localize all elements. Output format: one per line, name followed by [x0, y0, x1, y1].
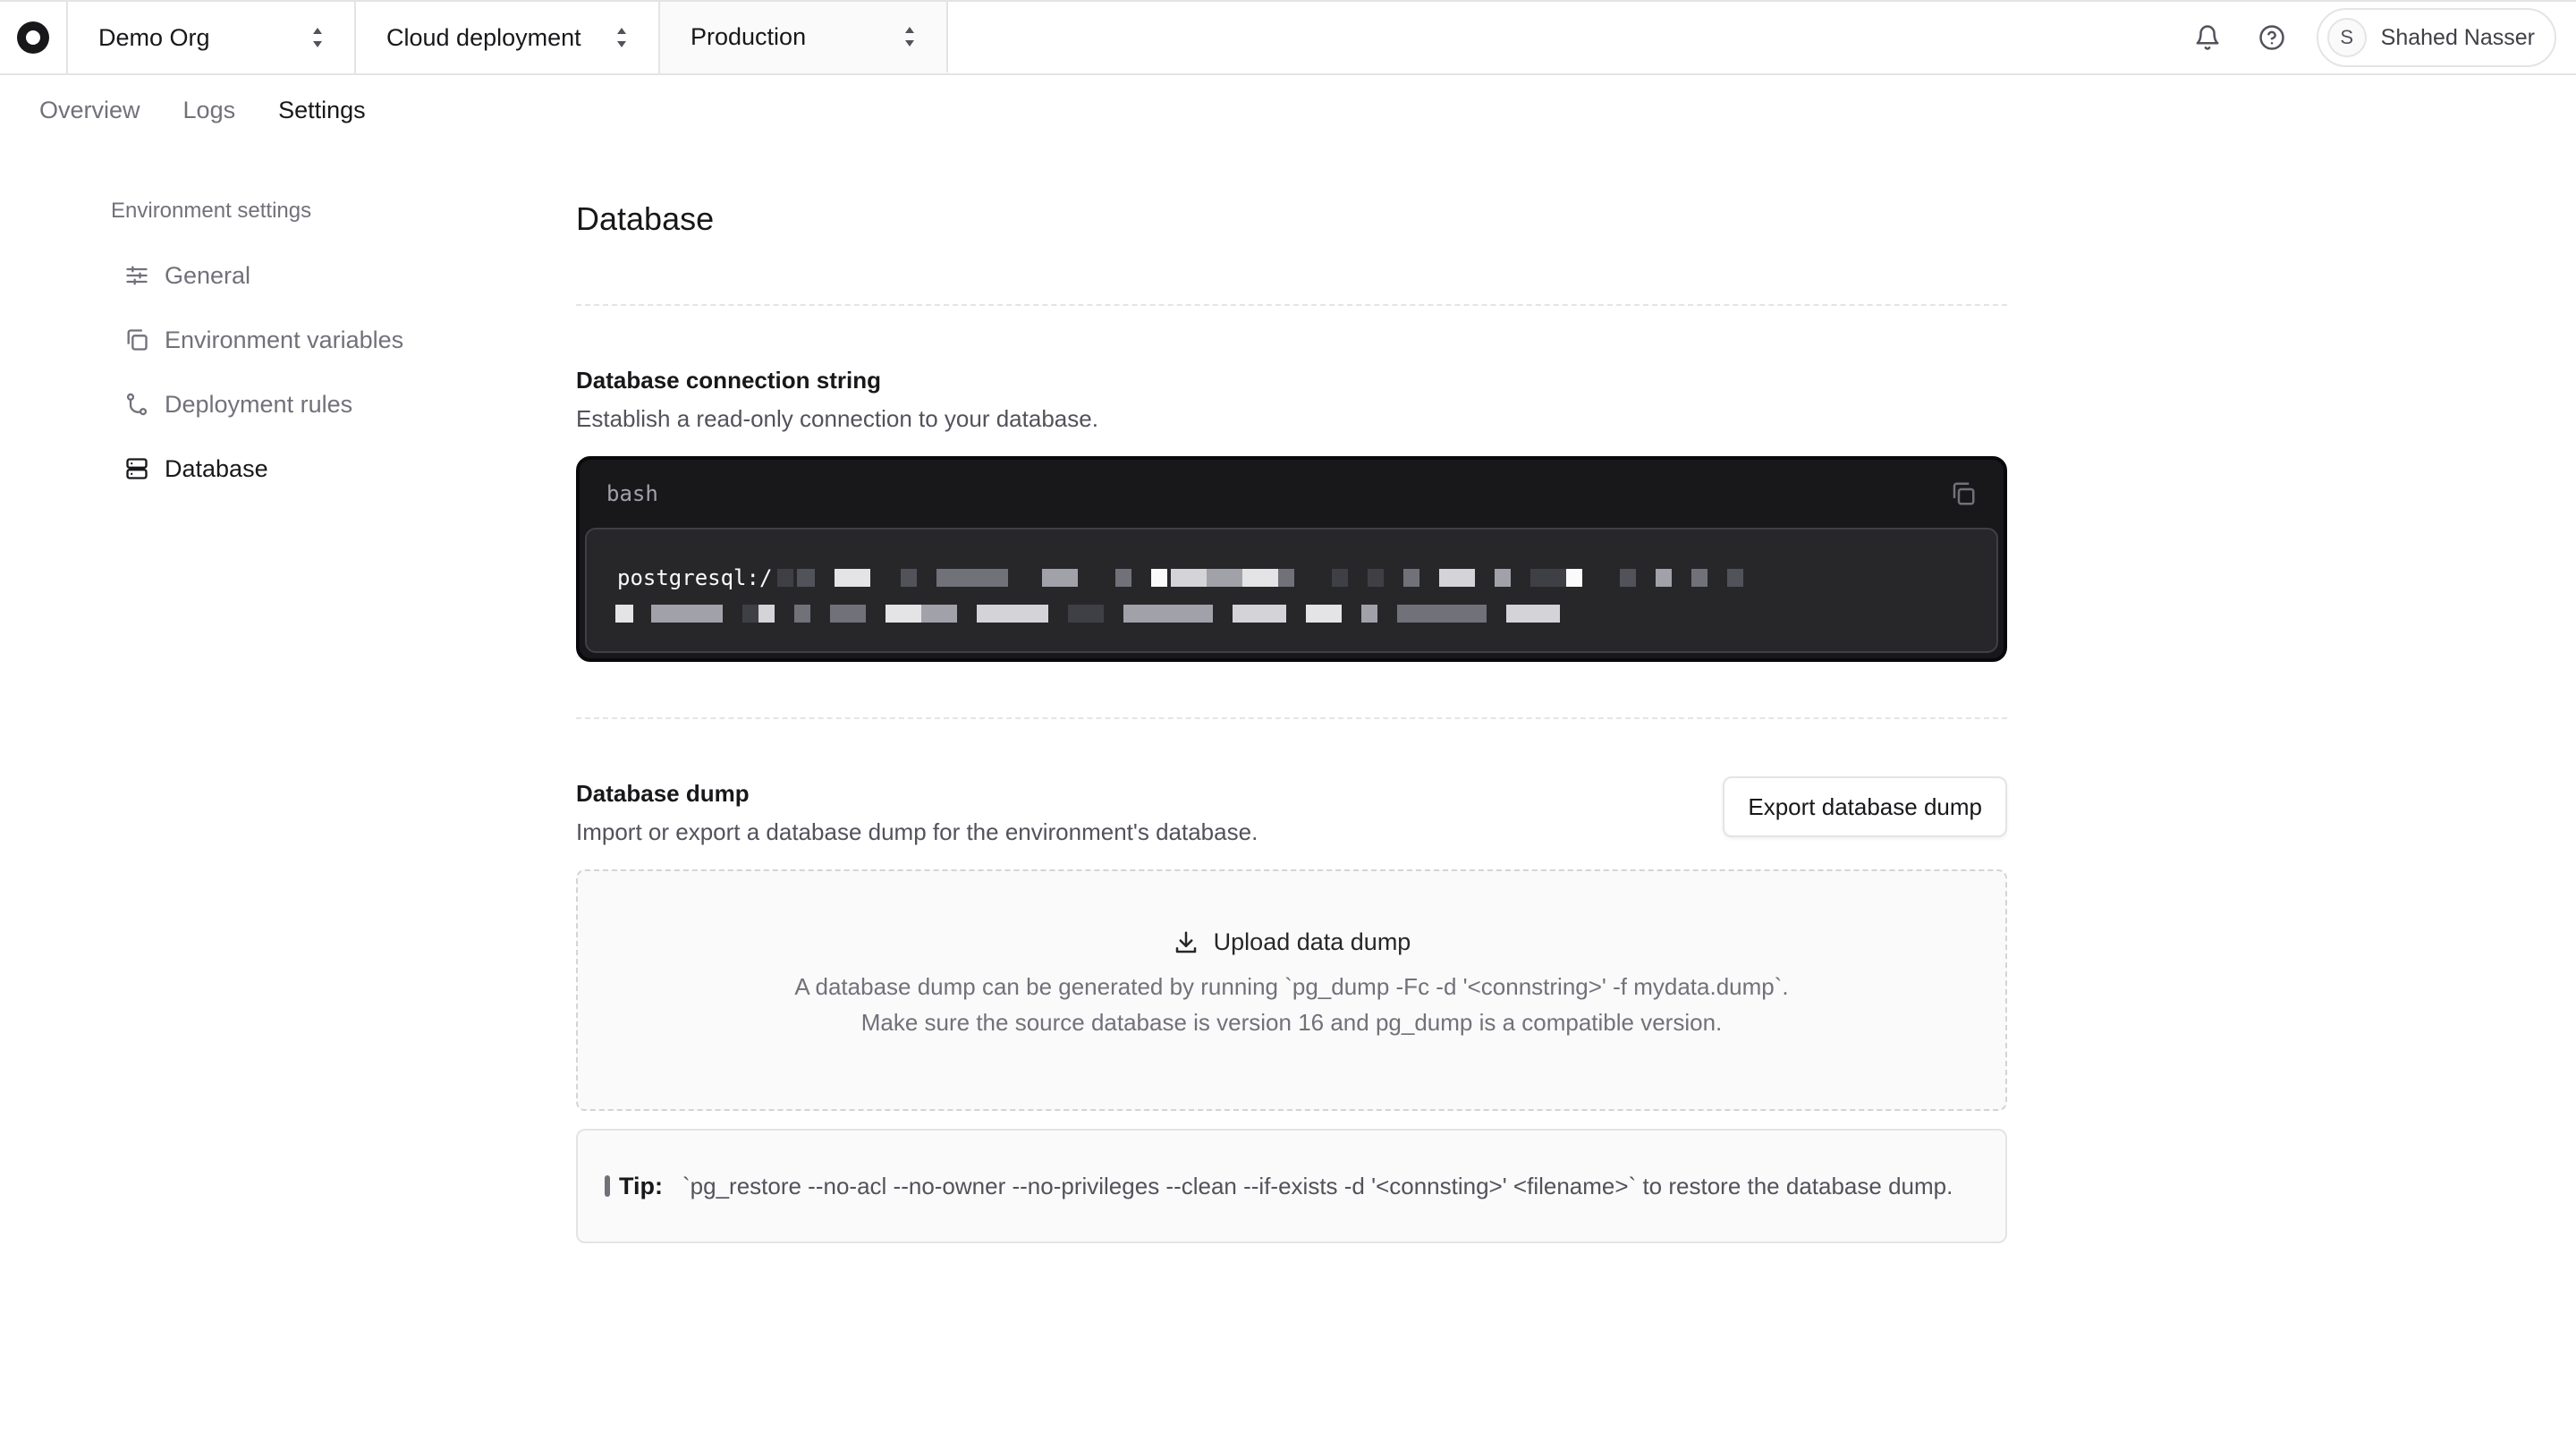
sliders-icon [123, 262, 150, 289]
dump-hint-line-1: A database dump can be generated by runn… [794, 973, 1789, 1000]
code-language-label: bash [606, 481, 658, 506]
chevron-up-down-icon [905, 27, 914, 47]
tip-marker [605, 1175, 610, 1197]
restore-tip: Tip: `pg_restore --no-acl --no-owner --n… [576, 1129, 2007, 1243]
copy-icon [123, 326, 150, 353]
code-header: bash [580, 460, 2004, 528]
code-line-2 [615, 596, 1966, 631]
sidebar-item-environment-variables[interactable]: Environment variables [111, 308, 487, 372]
app-logo-icon[interactable] [17, 21, 49, 54]
connection-code-block: bash postgresql:/ [576, 456, 2007, 662]
connection-section: Database connection string Establish a r… [576, 367, 1098, 433]
dump-description: Import or export a database dump for the… [576, 818, 1258, 845]
settings-sidebar: Environment settings General Environment… [111, 199, 487, 501]
help-button[interactable] [2240, 5, 2304, 70]
user-name: Shahed Nasser [2380, 24, 2535, 50]
upload-data-dump-button[interactable]: Upload data dump [578, 928, 2005, 956]
export-database-dump-button[interactable]: Export database dump [1723, 776, 2007, 837]
section-divider [576, 717, 2007, 719]
logo-cell[interactable] [0, 2, 68, 73]
tab-logs[interactable]: Logs [183, 97, 236, 124]
upload-dropzone[interactable]: Upload data dump A database dump can be … [576, 869, 2007, 1111]
page-title: Database [576, 200, 715, 237]
redacted-connection-string [777, 569, 1744, 587]
tip-label: Tip: [619, 1172, 663, 1199]
sidebar-heading: Environment settings [111, 199, 312, 223]
tip-text: `pg_restore --no-acl --no-owner --no-pri… [682, 1173, 1953, 1199]
sidebar-item-deployment-rules[interactable]: Deployment rules [111, 372, 487, 436]
chevron-up-down-icon [313, 28, 322, 47]
org-switcher-label: Demo Org [98, 23, 210, 51]
connection-title: Database connection string [576, 367, 881, 394]
connection-string-code[interactable]: postgresql:/ [585, 528, 1998, 653]
upload-label: Upload data dump [1213, 928, 1411, 955]
top-right-actions: S Shahed Nasser [2175, 2, 2576, 73]
org-switcher[interactable]: Demo Org [68, 2, 356, 73]
sidebar-item-database[interactable]: Database [111, 436, 487, 501]
section-divider [576, 304, 2007, 306]
help-circle-icon [2258, 25, 2284, 50]
copy-icon[interactable] [1950, 480, 1977, 507]
download-icon [1175, 931, 1196, 953]
tab-overview[interactable]: Overview [39, 97, 140, 124]
environment-switcher[interactable]: Production [660, 2, 948, 73]
tab-settings[interactable]: Settings [278, 97, 366, 124]
dump-title: Database dump [576, 780, 750, 807]
top-bar: Demo Org Cloud deployment Production S S… [0, 0, 2576, 75]
bell-icon [2196, 25, 2219, 50]
dump-hint-line-2: Make sure the source database is version… [860, 1009, 1723, 1036]
code-prefix: postgresql:/ [617, 565, 773, 590]
sidebar-item-label: Database [165, 454, 268, 482]
server-icon [123, 455, 150, 482]
sidebar-item-label: Environment variables [165, 326, 404, 353]
project-switcher-label: Cloud deployment [386, 23, 581, 51]
git-branch-icon [123, 391, 150, 418]
environment-switcher-label: Production [691, 22, 807, 50]
chevron-up-down-icon [617, 28, 626, 47]
notifications-button[interactable] [2175, 5, 2240, 70]
sidebar-item-general[interactable]: General [111, 243, 487, 308]
connection-description: Establish a read-only connection to your… [576, 405, 1098, 432]
environment-tabs: Overview Logs Settings [39, 97, 366, 124]
code-line-1: postgresql:/ [617, 560, 1966, 596]
user-menu-button[interactable]: S Shahed Nasser [2316, 8, 2556, 67]
sidebar-item-label: Deployment rules [165, 390, 353, 418]
avatar: S [2326, 18, 2367, 57]
sidebar-item-label: General [165, 261, 251, 289]
dump-section: Database dump Import or export a databas… [576, 780, 1258, 846]
redacted-connection-string [615, 605, 1560, 623]
project-switcher[interactable]: Cloud deployment [356, 2, 660, 73]
